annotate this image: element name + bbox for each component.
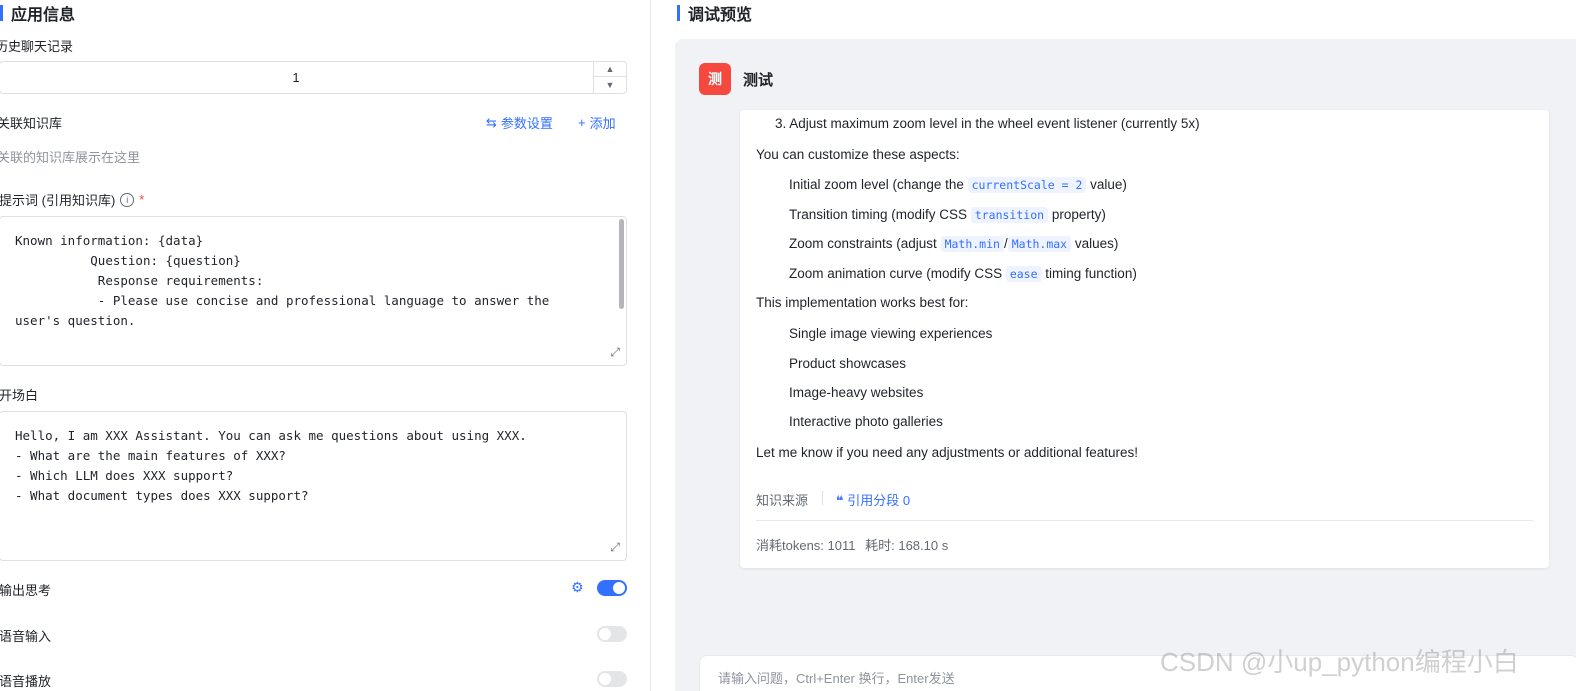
add-knowledge-link[interactable]: + 添加 — [578, 113, 616, 132]
customize-item-4: Zoom animation curve (modify CSS ease ti… — [789, 266, 1137, 282]
code-math-max: Math.max — [1007, 236, 1072, 252]
text: values) — [1071, 236, 1119, 251]
tokens-text: 消耗tokens: 1011 — [756, 538, 856, 553]
text: timing function) — [1041, 266, 1137, 281]
question-input-placeholder: 请输入问题，Ctrl+Enter 换行，Enter发送 — [718, 671, 955, 686]
code-current-scale: currentScale = 2 — [967, 177, 1087, 193]
debug-preview-title: 调试预览 — [688, 7, 753, 24]
chevron-down-icon[interactable]: ▼ — [594, 77, 626, 92]
answer-card: 3. Adjust maximum zoom level in the whee… — [740, 110, 1549, 568]
prompt-textarea[interactable]: Known information: {data} Question: {que… — [0, 216, 627, 366]
customize-item-3: Zoom constraints (adjust Math.min / Math.m… — [789, 236, 1119, 252]
required-asterisk: * — [139, 192, 145, 207]
prompt-label-row: 提示词 (引用知识库) i * — [0, 190, 144, 209]
cite-segment-link[interactable]: ❝ 引用分段 0 — [836, 490, 910, 509]
code-ease: ease — [1005, 266, 1042, 282]
customize-item-1: Initial zoom level (change the currentSc… — [789, 177, 1127, 193]
customize-item-2: Transition timing (modify CSS transition… — [789, 207, 1106, 223]
expand-icon[interactable]: ⤢ — [610, 540, 620, 555]
customize-intro: You can customize these aspects: — [756, 147, 960, 162]
best-item: Product showcases — [789, 356, 907, 371]
app-info-panel: 应用信息 历史聊天记录 1 ▲ ▼ 关联知识库 ⇆ 参数设置 + 添加 关联的知… — [0, 0, 650, 691]
closing-text: Let me know if you need any adjustments … — [756, 445, 1138, 460]
app-name: 测试 — [743, 72, 774, 89]
best-item: Image-heavy websites — [789, 385, 924, 400]
code-math-min: Math.min — [940, 236, 1004, 252]
toggle-knob — [599, 673, 611, 685]
best-item: Interactive photo galleries — [789, 414, 943, 429]
param-settings-link[interactable]: ⇆ 参数设置 — [486, 113, 553, 132]
token-usage: 消耗tokens: 1011 耗时: 168.10 s — [756, 535, 948, 554]
history-label: 历史聊天记录 — [0, 39, 74, 54]
output-thinking-label: 输出思考 — [0, 583, 52, 598]
add-knowledge-label: 添加 — [589, 116, 616, 131]
text: value) — [1086, 177, 1127, 192]
opening-content[interactable]: Hello, I am XXX Assistant. You can ask m… — [0, 412, 626, 520]
cite-label: 引用分段 0 — [847, 493, 911, 508]
info-icon[interactable]: i — [120, 192, 135, 207]
best-item: Single image viewing experiences — [789, 326, 993, 341]
section-title-debug-preview: 调试预览 — [677, 3, 753, 24]
toggle-knob — [599, 628, 611, 640]
stepper-controls: ▲ ▼ — [593, 62, 626, 93]
text: Zoom constraints (adjust — [789, 236, 941, 251]
voice-playback-label: 语音播放 — [0, 674, 52, 689]
knowledge-source-label: 知识来源 — [756, 493, 809, 508]
gear-icon[interactable]: ⚙ — [571, 579, 584, 596]
opening-textarea[interactable]: Hello, I am XXX Assistant. You can ask m… — [0, 411, 627, 561]
prompt-label: 提示词 (引用知识库) — [0, 193, 116, 208]
toggle-knob — [613, 582, 625, 594]
time-text: 耗时: 168.10 s — [865, 538, 949, 553]
voice-input-label: 语音输入 — [0, 629, 52, 644]
section-title-app-info: 应用信息 — [0, 3, 76, 24]
voice-playback-toggle[interactable] — [597, 671, 627, 687]
prompt-scrollbar[interactable] — [619, 219, 624, 309]
plus-icon: + — [578, 115, 586, 130]
text: Zoom animation curve (modify CSS — [789, 266, 1006, 281]
history-count-value[interactable]: 1 — [0, 62, 592, 93]
csdn-watermark: CSDN @小up_python编程小白 — [1160, 647, 1519, 677]
quote-icon: ❝ — [836, 493, 844, 508]
voice-input-toggle[interactable] — [597, 626, 627, 642]
answer-item-3: 3. Adjust maximum zoom level in the whee… — [775, 116, 1200, 131]
prompt-content[interactable]: Known information: {data} Question: {que… — [0, 217, 626, 345]
sliders-icon: ⇆ — [486, 114, 497, 130]
source-divider — [822, 491, 823, 505]
param-settings-label: 参数设置 — [500, 116, 553, 131]
text: Initial zoom level (change the — [789, 177, 968, 192]
best-for-intro: This implementation works best for: — [756, 295, 969, 310]
opening-label: 开场白 — [0, 388, 39, 403]
title-accent-bar — [677, 5, 680, 21]
text: property) — [1048, 207, 1106, 222]
output-thinking-toggle[interactable] — [597, 580, 627, 596]
expand-icon[interactable]: ⤢ — [610, 345, 620, 360]
knowledge-placeholder: 关联的知识库展示在这里 — [0, 150, 141, 165]
history-count-stepper[interactable]: 1 ▲ ▼ — [0, 61, 627, 94]
card-divider — [756, 520, 1533, 521]
app-avatar: 测 — [699, 63, 731, 95]
panel-divider — [650, 0, 651, 691]
knowledge-base-label: 关联知识库 — [0, 116, 63, 131]
text: Transition timing (modify CSS — [789, 207, 971, 222]
app-info-title: 应用信息 — [11, 7, 76, 24]
code-transition: transition — [970, 207, 1049, 223]
title-accent-bar — [0, 5, 3, 21]
chevron-up-icon[interactable]: ▲ — [594, 62, 626, 77]
